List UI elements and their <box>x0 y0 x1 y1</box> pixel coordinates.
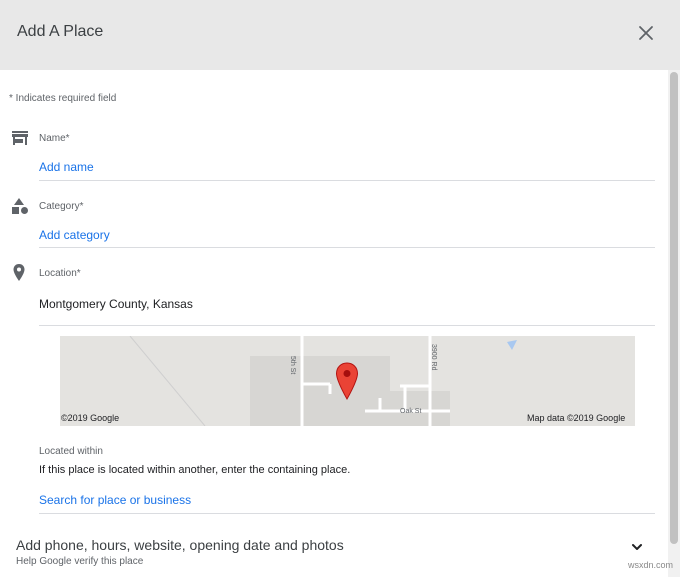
watermark: wsxdn.com <box>628 560 674 570</box>
located-within-divider <box>39 513 655 514</box>
location-label: Location* <box>39 268 81 279</box>
shapes-icon <box>10 196 30 216</box>
map-marker-icon[interactable] <box>335 362 359 400</box>
close-icon <box>639 26 653 40</box>
store-icon <box>10 128 30 148</box>
category-input[interactable]: Add category <box>39 228 110 242</box>
more-details-expander[interactable]: Add phone, hours, website, opening date … <box>0 530 668 577</box>
location-divider <box>39 325 655 326</box>
road-label-5th-st: 5th St <box>289 356 296 375</box>
name-input[interactable]: Add name <box>39 160 94 174</box>
more-details-title: Add phone, hours, website, opening date … <box>16 537 344 553</box>
chevron-down-icon[interactable] <box>629 539 645 555</box>
located-within-input[interactable]: Search for place or business <box>39 493 191 507</box>
more-details-subtitle: Help Google verify this place <box>16 556 144 567</box>
road-label-3900-rd: 3900 Rd <box>430 344 437 371</box>
dialog-header: Add A Place <box>0 0 680 70</box>
location-pin-icon <box>10 263 30 283</box>
scrollbar-thumb[interactable] <box>670 72 678 544</box>
located-within-label: Located within <box>39 446 103 457</box>
category-divider <box>39 247 655 248</box>
dialog-title: Add A Place <box>17 23 104 40</box>
map-copyright: ©2019 Google <box>61 413 120 423</box>
location-input[interactable]: Montgomery County, Kansas <box>39 297 193 311</box>
required-field-note: * Indicates required field <box>9 93 117 104</box>
map-preview[interactable]: 5th St 3900 Rd Oak St ©2019 Google Map d… <box>60 336 635 426</box>
close-button[interactable] <box>634 21 658 45</box>
category-label: Category* <box>39 201 84 212</box>
road-label-oak-st: Oak St <box>400 408 422 415</box>
map-data-attribution: Map data ©2019 Google <box>527 413 626 423</box>
located-within-help: If this place is located within another,… <box>39 464 351 476</box>
name-divider <box>39 180 655 181</box>
name-label: Name* <box>39 133 70 144</box>
